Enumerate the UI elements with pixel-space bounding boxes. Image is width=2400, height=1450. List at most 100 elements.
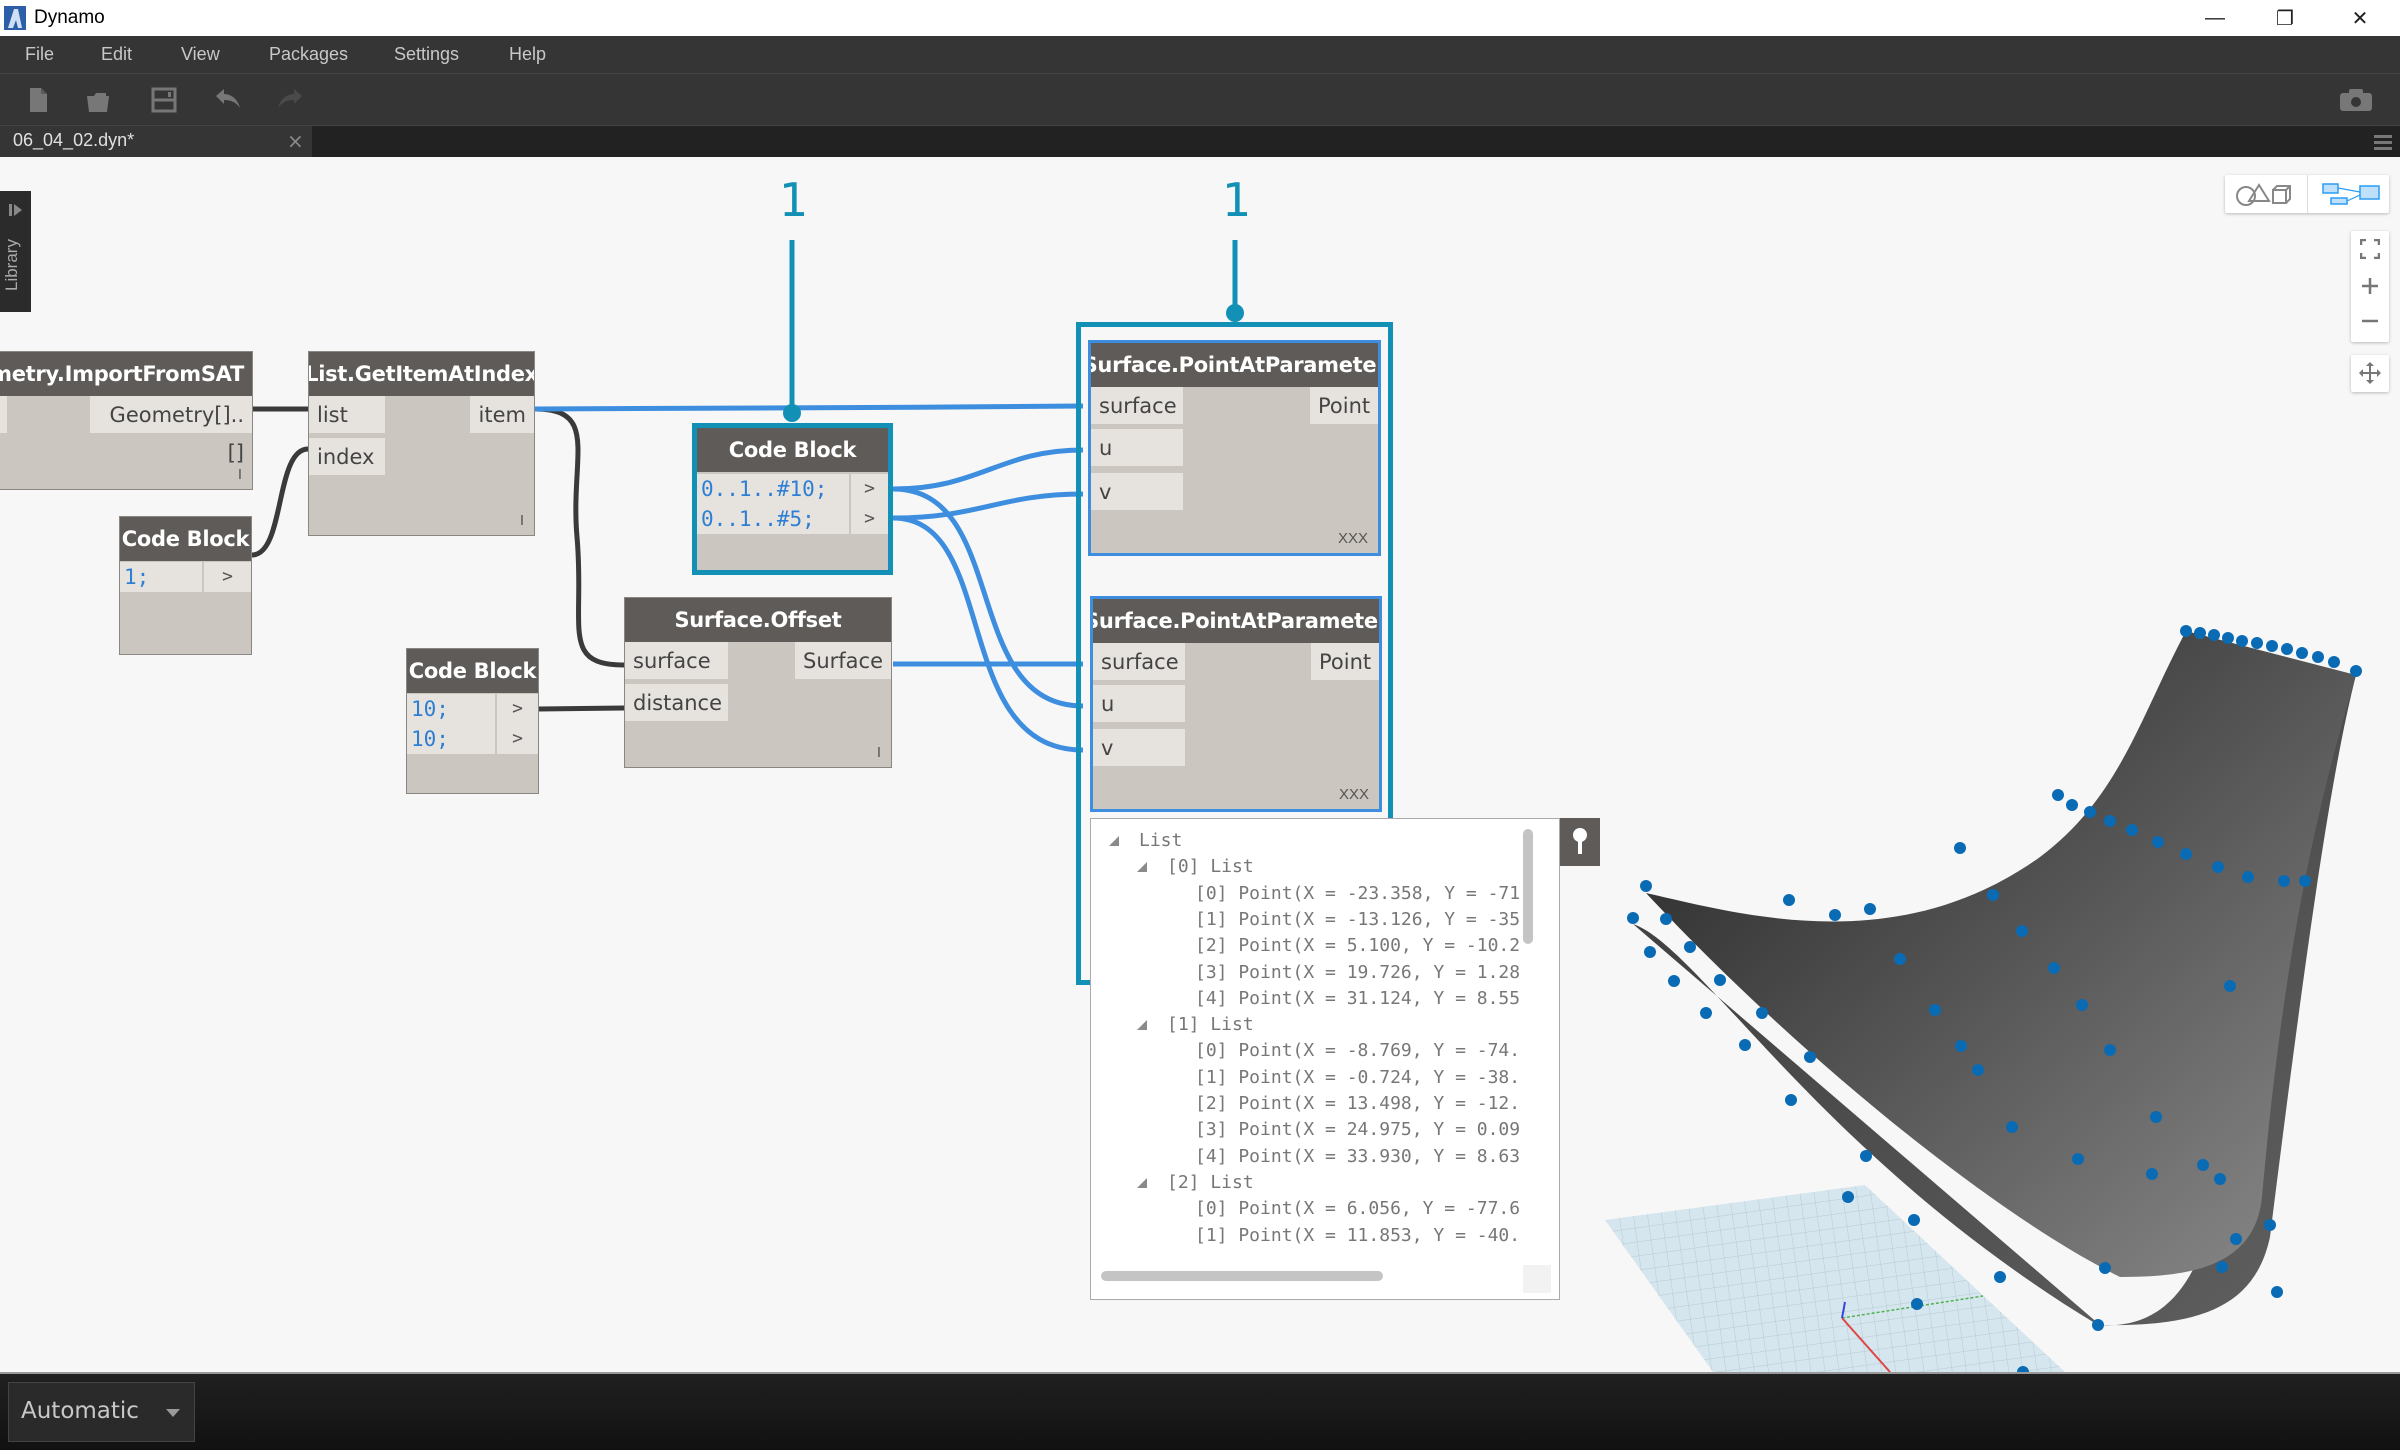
collapse-triangle-icon[interactable] xyxy=(1137,862,1147,873)
input-port-surface[interactable]: surface xyxy=(625,642,728,680)
run-mode-dropdown[interactable]: Automatic xyxy=(8,1382,195,1442)
menu-settings[interactable]: Settings xyxy=(394,36,459,74)
view-toggle xyxy=(2225,175,2389,213)
node-title: Code Block xyxy=(120,517,251,561)
code-line[interactable]: 1; xyxy=(120,562,202,592)
menu-help[interactable]: Help xyxy=(509,36,546,74)
library-toggle[interactable]: Library xyxy=(0,191,31,312)
output-port-surface[interactable]: Surface xyxy=(795,642,891,680)
horizontal-scrollbar[interactable] xyxy=(1101,1271,1383,1281)
save-icon[interactable] xyxy=(150,86,178,114)
bottom-bar: Automatic xyxy=(0,1372,2400,1450)
output-port-point[interactable]: Point xyxy=(1310,387,1378,425)
close-button[interactable]: ✕ xyxy=(2325,0,2395,36)
zoom-fit-icon[interactable] xyxy=(2360,239,2380,259)
preview-row-text: [1] Point(X = -0.724, Y = -38. xyxy=(1195,1066,1521,1088)
output-port-geometry[interactable]: Geometry[]..[] xyxy=(90,396,252,465)
output-port-item[interactable]: item xyxy=(470,396,534,434)
preview-row-text: [4] Point(X = 33.930, Y = 8.63 xyxy=(1195,1145,1521,1167)
node-surface-offset[interactable]: Surface.Offset surface distance Surface … xyxy=(624,597,892,768)
collapse-triangle-icon[interactable] xyxy=(1137,1177,1147,1188)
input-port-u[interactable]: u xyxy=(1091,429,1183,467)
output-port-1[interactable]: > xyxy=(495,694,538,724)
node-list-getitematindex[interactable]: List.GetItemAtIndex list index item I xyxy=(308,351,535,536)
lacing-indicator: I xyxy=(237,466,242,483)
workspace-canvas[interactable]: 1 1 Library Geometry.ImportFromSAT Geome… xyxy=(0,157,2400,1372)
preview-row-text: [2] Point(X = 5.100, Y = -10.2 xyxy=(1195,935,1521,957)
preview-row-text: [2] Point(X = 13.498, Y = -12. xyxy=(1195,1093,1521,1114)
input-port-surface[interactable]: surface xyxy=(1091,387,1183,425)
collapse-triangle-icon[interactable] xyxy=(1137,1020,1147,1031)
wire-distance[interactable] xyxy=(538,705,625,712)
menu-file[interactable]: File xyxy=(25,36,54,74)
zoom-out-icon[interactable] xyxy=(2360,311,2380,331)
collapse-triangle-icon[interactable] xyxy=(1109,836,1119,846)
dynamo-logo-icon xyxy=(4,6,26,30)
camera-icon[interactable] xyxy=(2339,88,2373,112)
menu-edit[interactable]: Edit xyxy=(101,36,132,74)
minimize-button[interactable]: — xyxy=(2180,0,2250,36)
preview-row-text: [3] Point(X = 24.975, Y = 0.09 xyxy=(1195,1119,1521,1141)
preview-row-text: [1] List xyxy=(1167,1014,1254,1036)
input-port-index[interactable]: index xyxy=(309,438,385,476)
lacing-indicator[interactable]: XXX xyxy=(1339,786,1369,803)
code-line-v[interactable]: 0..1..#5; xyxy=(697,504,849,534)
zoom-in-icon[interactable] xyxy=(2360,276,2380,296)
node-surface-pointatparameter-2[interactable]: Surface.PointAtParameter surface u v Poi… xyxy=(1090,596,1382,812)
menu-view[interactable]: View xyxy=(181,36,220,74)
tab-06-04-02[interactable]: 06_04_02.dyn* × xyxy=(0,126,312,157)
wire-index[interactable] xyxy=(251,446,309,558)
code-line-1[interactable]: 10; xyxy=(407,694,495,724)
new-file-icon[interactable] xyxy=(24,86,52,114)
input-port-surface[interactable]: surface xyxy=(1093,643,1185,681)
graph-view-icon[interactable] xyxy=(2321,181,2381,207)
open-folder-icon[interactable] xyxy=(84,86,112,114)
wire-u-1[interactable] xyxy=(892,447,1084,492)
preview-row-text: [2] List xyxy=(1167,1171,1254,1193)
wire-u-2[interactable] xyxy=(892,486,1084,709)
tab-close-icon[interactable]: × xyxy=(287,129,304,153)
output-port[interactable]: > xyxy=(202,562,251,592)
pin-preview-button[interactable] xyxy=(1560,818,1600,866)
input-port-u[interactable]: u xyxy=(1093,685,1185,723)
input-port-stub[interactable] xyxy=(0,396,7,434)
lacing-indicator[interactable]: XXX xyxy=(1338,530,1368,547)
redo-icon[interactable] xyxy=(276,86,304,114)
wire-item-to-offset[interactable] xyxy=(534,406,625,668)
wire-v-1[interactable] xyxy=(892,491,1084,521)
input-port-list[interactable]: list xyxy=(309,396,385,434)
hamburger-menu-icon[interactable] xyxy=(2372,132,2394,152)
node-code-block-uv[interactable]: Code Block 0..1..#10; > 0..1..#5; > xyxy=(697,428,888,570)
geometry-view-icon[interactable] xyxy=(2235,181,2295,207)
node-geometry-importfromsat[interactable]: Geometry.ImportFromSAT Geometry[]..[] I xyxy=(0,351,253,490)
pin-icon xyxy=(1573,828,1587,854)
input-port-v[interactable]: v xyxy=(1091,473,1183,511)
restore-button[interactable]: ❐ xyxy=(2250,0,2320,36)
lacing-indicator: I xyxy=(876,744,881,761)
output-port-point[interactable]: Point xyxy=(1311,643,1379,681)
node-code-block-index[interactable]: Code Block 1; > xyxy=(119,516,252,655)
code-line-u[interactable]: 0..1..#10; xyxy=(697,474,849,504)
input-port-v[interactable]: v xyxy=(1093,729,1185,767)
menu-packages[interactable]: Packages xyxy=(269,36,348,74)
tab-bar: 06_04_02.dyn* × xyxy=(0,126,2400,157)
output-port-u[interactable]: > xyxy=(849,474,888,504)
output-port-v[interactable]: > xyxy=(849,504,888,534)
node-title: Surface.Offset xyxy=(625,598,891,642)
wire-v-2[interactable] xyxy=(892,515,1084,753)
expand-arrow-icon xyxy=(9,204,22,216)
wire-item-to-surface-1[interactable] xyxy=(534,403,1084,412)
output-port-2[interactable]: > xyxy=(495,724,538,754)
vertical-scrollbar[interactable] xyxy=(1523,829,1533,944)
node-code-block-distance[interactable]: Code Block 10; > 10; > xyxy=(406,648,539,794)
preview-row-text: [0] List xyxy=(1167,856,1254,878)
node-title: List.GetItemAtIndex xyxy=(309,352,534,396)
undo-icon[interactable] xyxy=(214,86,242,114)
input-port-distance[interactable]: distance xyxy=(625,684,728,722)
pan-button[interactable] xyxy=(2351,355,2389,392)
tab-label: 06_04_02.dyn* xyxy=(13,130,135,150)
watch-preview-panel[interactable]: List [0] List [0] Point(X = -23.358, Y = -… xyxy=(1090,818,1560,1300)
node-surface-pointatparameter-1[interactable]: Surface.PointAtParameter surface u v Poi… xyxy=(1088,340,1381,556)
code-line-2[interactable]: 10; xyxy=(407,724,495,754)
toolbar xyxy=(0,74,2400,126)
